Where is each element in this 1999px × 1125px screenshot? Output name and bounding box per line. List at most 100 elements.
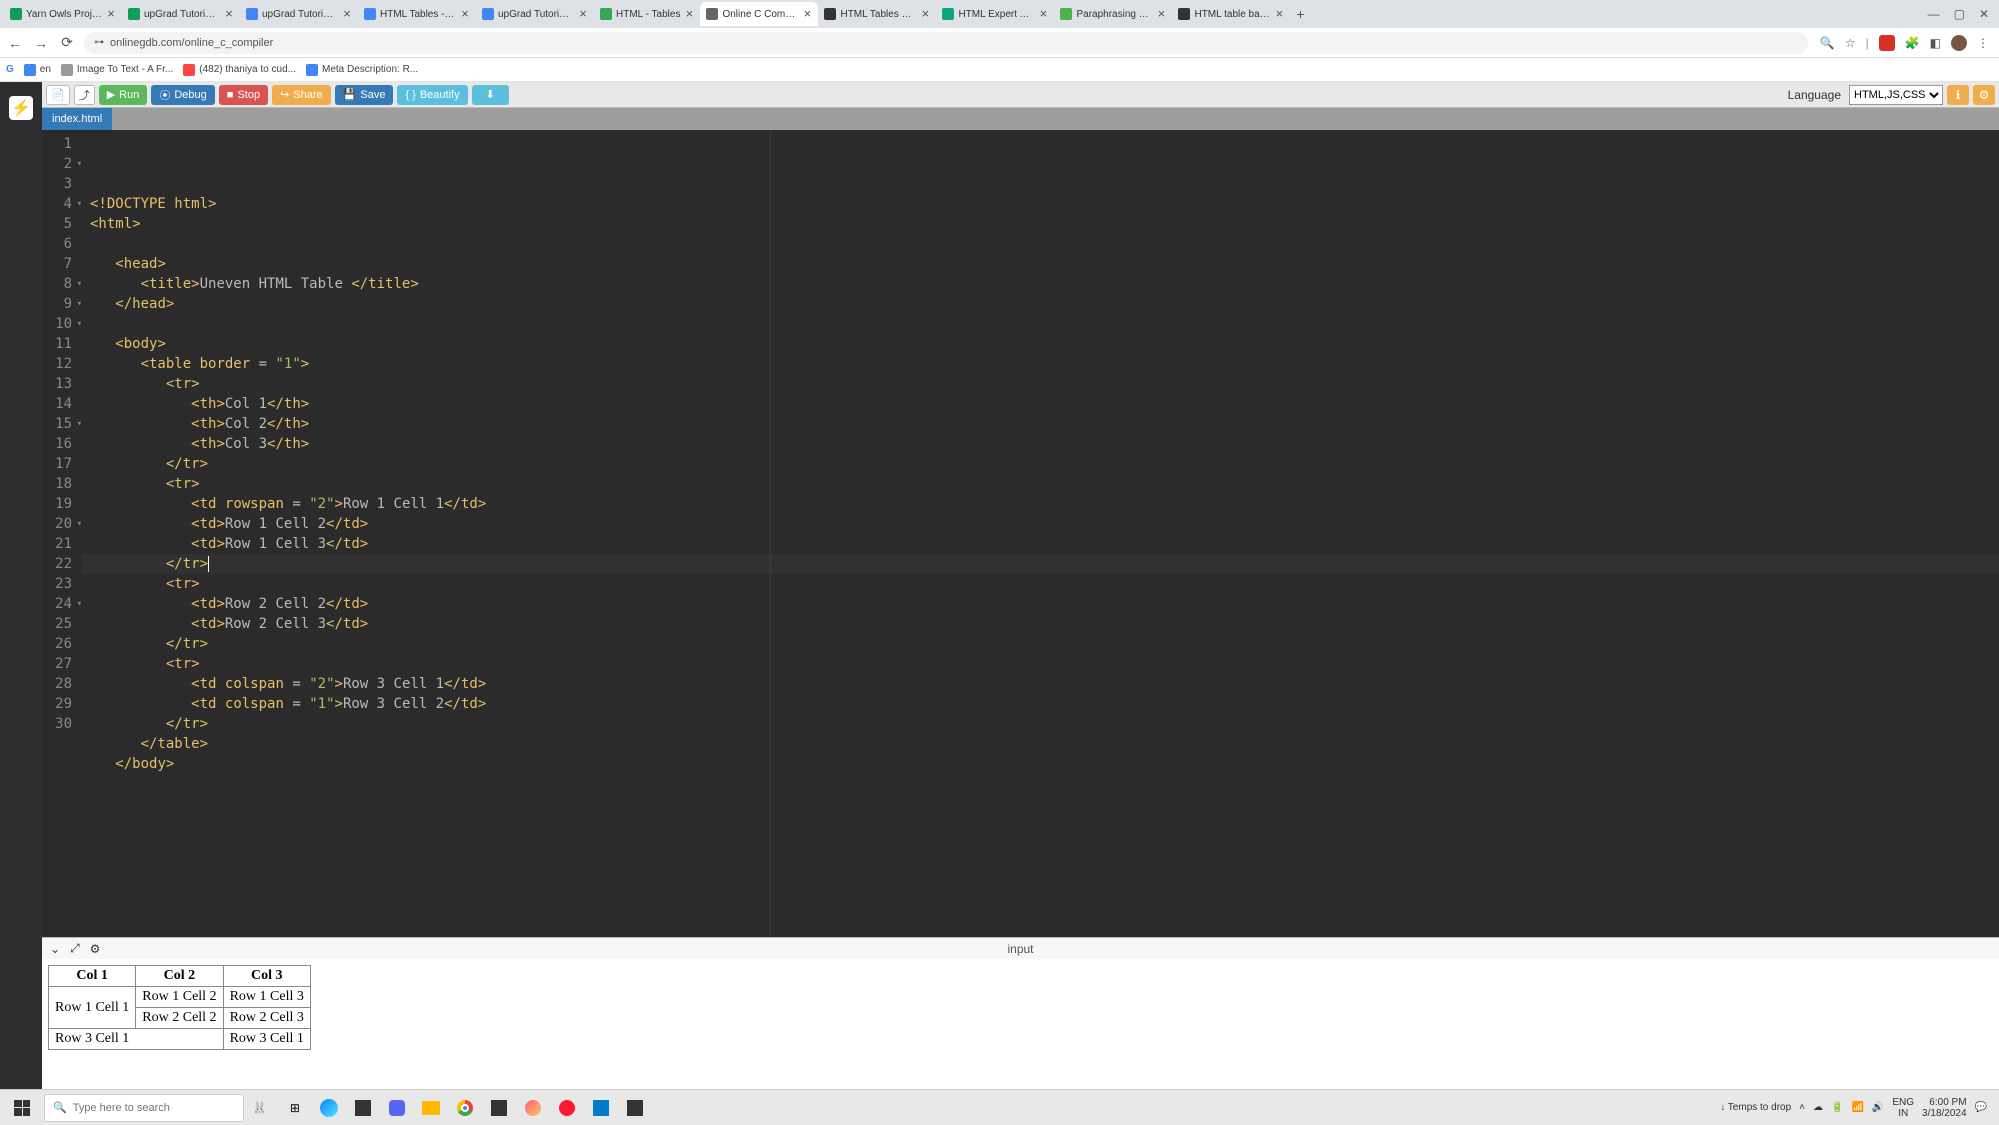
reload-icon[interactable]: ⟳ xyxy=(58,34,76,51)
tab-close-icon[interactable]: × xyxy=(224,9,234,19)
code-line[interactable]: <td rowspan = "2">Row 1 Cell 1</td> xyxy=(82,494,1999,514)
browser-tab[interactable]: HTML - Tables× xyxy=(594,2,700,26)
file-tab-indexhtml[interactable]: index.html xyxy=(42,108,112,130)
browser-tab[interactable]: Yarn Owls Projects - Goog× xyxy=(4,2,122,26)
code-line[interactable]: <tr> xyxy=(82,654,1999,674)
gutter-line[interactable]: 16 xyxy=(46,434,72,454)
gutter-line[interactable]: 26 xyxy=(46,634,72,654)
code-line[interactable]: <title>Uneven HTML Table </title> xyxy=(82,274,1999,294)
code-line[interactable]: <th>Col 3</th> xyxy=(82,434,1999,454)
new-tab-button[interactable]: + xyxy=(1290,6,1310,22)
gutter-line[interactable]: 9▾ xyxy=(46,294,72,314)
tray-chevron-icon[interactable]: ˄ xyxy=(1799,1102,1805,1113)
url-input[interactable]: ⊶ onlinegdb.com/online_c_compiler xyxy=(84,32,1808,54)
browser-tab[interactable]: HTML Tables - Google Do× xyxy=(358,2,476,26)
bookmark-item[interactable]: en xyxy=(24,64,51,76)
code-line[interactable]: <th>Col 2</th> xyxy=(82,414,1999,434)
code-line[interactable]: <td>Row 1 Cell 2</td> xyxy=(82,514,1999,534)
tab-close-icon[interactable]: × xyxy=(1274,9,1284,19)
extensions-icon[interactable]: 🧩 xyxy=(1905,36,1920,50)
app-logo-icon[interactable]: ⚡ xyxy=(9,96,33,120)
bookmark-item[interactable]: (482) thaniya to cud... xyxy=(183,64,296,76)
debug-button[interactable]: ⦿Debug xyxy=(151,85,214,105)
code-line[interactable]: <table border = "1"> xyxy=(82,354,1999,374)
code-editor[interactable]: 12▾34▾5678▾9▾10▾1112131415▾1617181920▾21… xyxy=(42,130,1999,937)
gutter-line[interactable]: 4▾ xyxy=(46,194,72,214)
tab-close-icon[interactable]: × xyxy=(684,9,694,19)
gutter-line[interactable]: 29 xyxy=(46,694,72,714)
code-line[interactable]: <th>Col 1</th> xyxy=(82,394,1999,414)
code-line[interactable]: </body> xyxy=(82,754,1999,774)
code-line[interactable]: <td>Row 2 Cell 3</td> xyxy=(82,614,1999,634)
gutter-line[interactable]: 12 xyxy=(46,354,72,374)
gutter-line[interactable]: 18 xyxy=(46,474,72,494)
edge-icon[interactable] xyxy=(313,1094,345,1122)
collapse-output-icon[interactable]: ⌄ xyxy=(50,942,60,956)
code-line[interactable]: </table> xyxy=(82,734,1999,754)
gutter-line[interactable]: 10▾ xyxy=(46,314,72,334)
wifi-icon[interactable]: 📶 xyxy=(1851,1102,1863,1113)
onedrive-icon[interactable]: ☁ xyxy=(1813,1102,1823,1113)
code-line[interactable]: </tr> xyxy=(82,454,1999,474)
task-view-icon[interactable]: ⊞ xyxy=(279,1094,311,1122)
profile-icon[interactable] xyxy=(1951,35,1967,51)
side-panel-icon[interactable]: ◧ xyxy=(1930,36,1941,50)
code-line[interactable]: <td>Row 2 Cell 2</td> xyxy=(82,594,1999,614)
gutter-line[interactable]: 3 xyxy=(46,174,72,194)
beautify-button[interactable]: { }Beautify xyxy=(397,85,467,105)
gutter-line[interactable]: 24▾ xyxy=(46,594,72,614)
explorer-icon[interactable] xyxy=(415,1094,447,1122)
forward-icon[interactable]: → xyxy=(32,35,50,51)
chrome-icon[interactable] xyxy=(449,1094,481,1122)
app-icon-3[interactable] xyxy=(483,1094,515,1122)
output-settings-icon[interactable]: ⚙ xyxy=(90,942,101,956)
extension-icon[interactable] xyxy=(1879,35,1895,51)
code-line[interactable]: <td colspan = "1">Row 3 Cell 2</td> xyxy=(82,694,1999,714)
code-line[interactable] xyxy=(82,234,1999,254)
app-icon-2[interactable] xyxy=(381,1094,413,1122)
gutter-line[interactable]: 19 xyxy=(46,494,72,514)
app-icon-4[interactable] xyxy=(517,1094,549,1122)
stop-button[interactable]: ■Stop xyxy=(219,85,268,105)
browser-tab[interactable]: upGrad Tutorials: The Ult× xyxy=(240,2,358,26)
code-line[interactable] xyxy=(82,314,1999,334)
clock[interactable]: 6:00 PM3/18/2024 xyxy=(1922,1097,1967,1119)
taskbar-search[interactable]: 🔍 Type here to search xyxy=(44,1094,244,1122)
gutter-line[interactable]: 30 xyxy=(46,714,72,734)
zoom-icon[interactable]: 🔍 xyxy=(1820,36,1835,50)
code-line[interactable]: <html> xyxy=(82,214,1999,234)
gutter-line[interactable]: 23 xyxy=(46,574,72,594)
code-line[interactable]: </tr> xyxy=(82,714,1999,734)
browser-tab[interactable]: Online C Compiler - onlin× xyxy=(700,2,818,26)
gutter-line[interactable]: 14 xyxy=(46,394,72,414)
download-button[interactable]: ⬇ xyxy=(472,85,509,105)
tab-close-icon[interactable]: × xyxy=(342,9,352,19)
close-icon[interactable]: ✕ xyxy=(1979,7,1989,21)
app-icon-5[interactable] xyxy=(619,1094,651,1122)
notifications-icon[interactable]: 💬 xyxy=(1975,1102,1987,1113)
upload-button[interactable]: ⤴ xyxy=(74,85,95,105)
browser-tab[interactable]: upGrad Tutorial_HTML Ta× xyxy=(476,2,594,26)
tab-close-icon[interactable]: × xyxy=(106,9,116,19)
code-line[interactable]: <td colspan = "2">Row 3 Cell 1</td> xyxy=(82,674,1999,694)
gutter-line[interactable]: 22 xyxy=(46,554,72,574)
settings-button[interactable]: ⚙ xyxy=(1973,85,1995,105)
bookmark-item[interactable]: G xyxy=(6,64,14,75)
code-line[interactable]: </tr> xyxy=(82,634,1999,654)
code-line[interactable]: </tr> xyxy=(82,554,1999,574)
new-file-button[interactable]: 📄 xyxy=(46,85,70,105)
tab-close-icon[interactable]: × xyxy=(1156,9,1166,19)
language-select[interactable]: HTML,JS,CSS xyxy=(1849,85,1943,105)
browser-tab[interactable]: HTML Expert Advice× xyxy=(936,2,1054,26)
gutter-line[interactable]: 20▾ xyxy=(46,514,72,534)
tab-close-icon[interactable]: × xyxy=(1038,9,1048,19)
start-button[interactable] xyxy=(4,1092,40,1124)
tab-close-icon[interactable]: × xyxy=(578,9,588,19)
gutter-line[interactable]: 7 xyxy=(46,254,72,274)
language-indicator[interactable]: ENGIN xyxy=(1892,1097,1914,1119)
site-info-icon[interactable]: ⊶ xyxy=(94,37,104,48)
browser-tab[interactable]: HTML table basics - Lear× xyxy=(1172,2,1290,26)
app-icon-1[interactable] xyxy=(347,1094,379,1122)
code-line[interactable]: <head> xyxy=(82,254,1999,274)
gutter-line[interactable]: 8▾ xyxy=(46,274,72,294)
